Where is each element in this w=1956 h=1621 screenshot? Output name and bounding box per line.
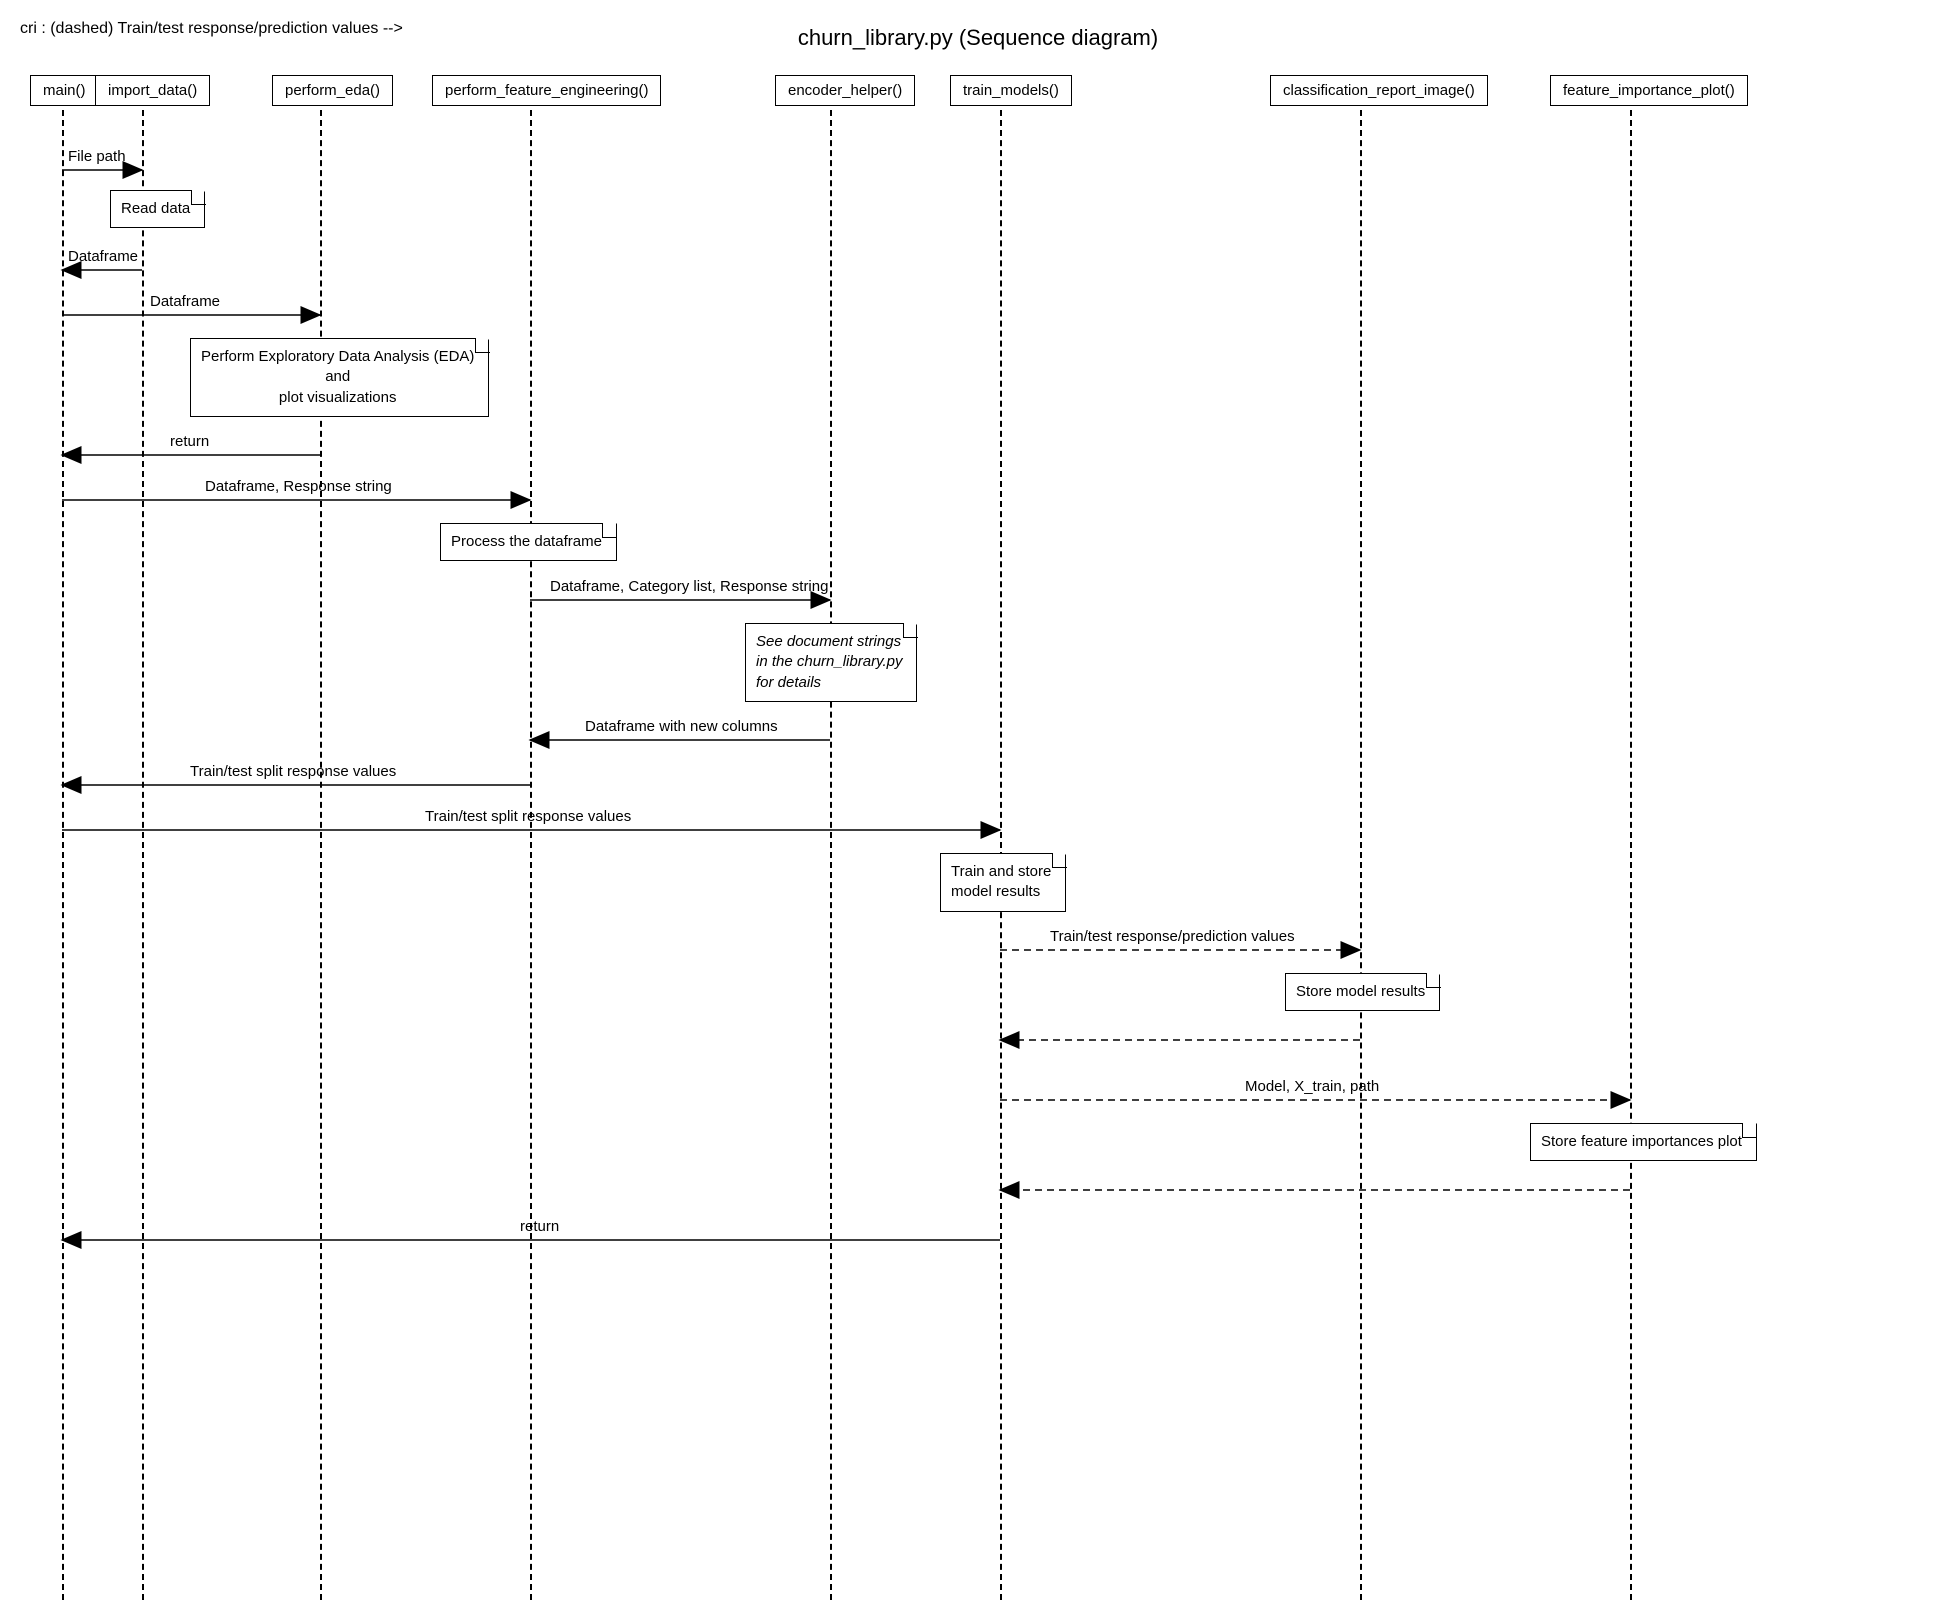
arrow-m4 — [62, 453, 320, 457]
arrow-m9 — [62, 828, 1000, 832]
note-eda-l2: and — [201, 367, 474, 387]
msg-model-xtrain-path: Model, X_train, path — [1245, 1078, 1379, 1095]
msg-df-new-cols: Dataframe with new columns — [585, 718, 778, 735]
arrow-cri-return — [1000, 1038, 1360, 1042]
note-train-l1: Train and store — [951, 862, 1051, 882]
note-train-store: Train and store model results — [940, 853, 1066, 912]
msg-df-cat-response: Dataframe, Category list, Response strin… — [550, 578, 828, 595]
lifeline-eda — [320, 110, 322, 1600]
note-eda: Perform Exploratory Data Analysis (EDA) … — [190, 338, 489, 417]
lifeline-fe — [530, 110, 532, 1600]
lifeline-fip — [1630, 110, 1632, 1600]
note-train-l2: model results — [951, 882, 1051, 902]
participant-fip: feature_importance_plot() — [1550, 75, 1748, 106]
msg-split-1: Train/test split response values — [190, 763, 396, 780]
msg-split-2: Train/test split response values — [425, 808, 631, 825]
arrow-m3 — [62, 313, 320, 317]
arrow-m8 — [62, 783, 530, 787]
note-process-df: Process the dataframe — [440, 523, 617, 561]
note-eda-l1: Perform Exploratory Data Analysis (EDA) — [201, 347, 474, 367]
diagram-title: churn_library.py (Sequence diagram) — [20, 25, 1936, 51]
participant-eda: perform_eda() — [272, 75, 393, 106]
msg-return-1: return — [170, 433, 209, 450]
arrow-m1 — [62, 168, 142, 172]
note-see-docstrings: See document strings in the churn_librar… — [745, 623, 917, 702]
arrow-fip-return — [1000, 1188, 1630, 1192]
note-see-l3: for details — [756, 673, 902, 693]
msg-resp-pred: Train/test response/prediction values — [1050, 928, 1295, 945]
msg-df-response: Dataframe, Response string — [205, 478, 392, 495]
msg-return-2: return — [520, 1218, 559, 1235]
note-store-results: Store model results — [1285, 973, 1440, 1011]
arrow-m12 — [62, 1238, 1000, 1242]
arrow-m11 — [1000, 1098, 1630, 1102]
participant-enc: encoder_helper() — [775, 75, 915, 106]
lifeline-enc — [830, 110, 832, 1600]
participant-fe: perform_feature_engineering() — [432, 75, 661, 106]
note-read-data-text: Read data — [121, 200, 190, 217]
msg-file-path: File path — [68, 148, 126, 165]
note-see-l1: See document strings — [756, 632, 902, 652]
sequence-diagram: churn_library.py (Sequence diagram) main… — [20, 20, 1936, 1601]
participant-main: main() — [30, 75, 99, 106]
note-feature-importances: Store feature importances plot — [1530, 1123, 1757, 1161]
arrow-m6 — [530, 598, 830, 602]
arrow-m7 — [530, 738, 830, 742]
note-read-data: Read data — [110, 190, 205, 228]
note-store-results-text: Store model results — [1296, 983, 1425, 1000]
msg-dataframe-1: Dataframe — [68, 248, 138, 265]
participant-train: train_models() — [950, 75, 1072, 106]
note-feature-importances-text: Store feature importances plot — [1541, 1133, 1742, 1150]
note-process-df-text: Process the dataframe — [451, 533, 602, 550]
arrow-m5 — [62, 498, 530, 502]
participant-cri: classification_report_image() — [1270, 75, 1488, 106]
note-see-l2: in the churn_library.py — [756, 652, 902, 672]
lifeline-main — [62, 110, 64, 1600]
arrow-m10 — [1000, 948, 1360, 952]
lifeline-cri — [1360, 110, 1362, 1600]
lifeline-import — [142, 110, 144, 1600]
note-eda-l3: plot visualizations — [201, 388, 474, 408]
participant-import: import_data() — [95, 75, 210, 106]
msg-dataframe-2: Dataframe — [150, 293, 220, 310]
arrow-m2 — [62, 268, 142, 272]
